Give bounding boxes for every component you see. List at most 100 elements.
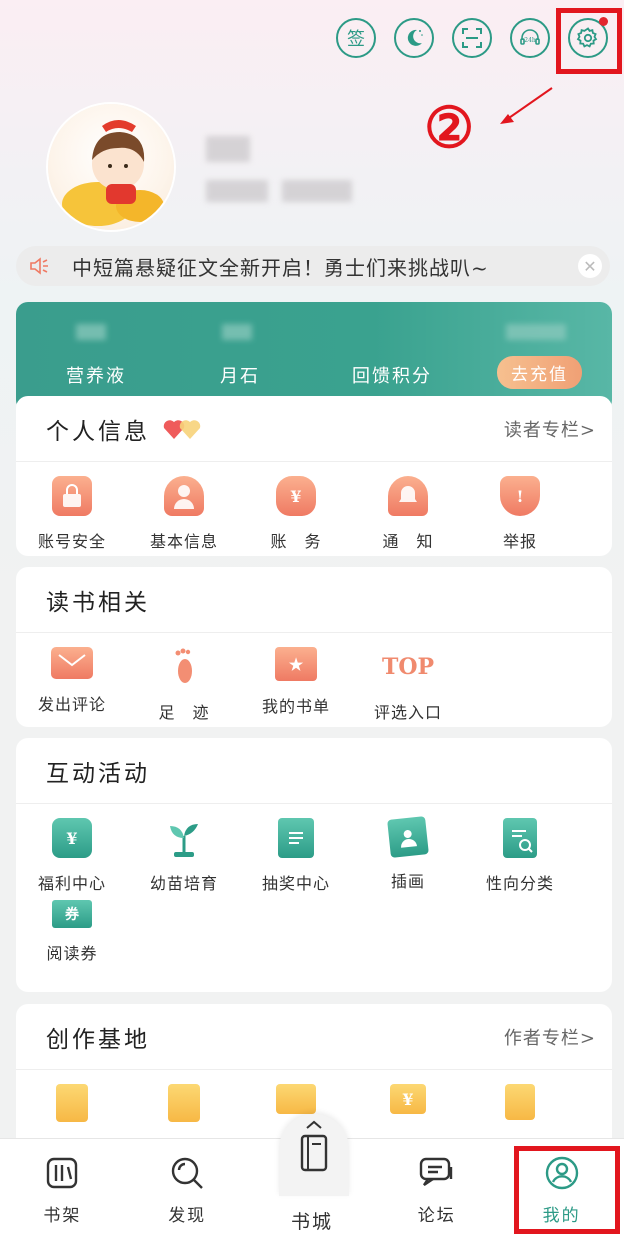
wallet-label-nutrient: 营养液 <box>66 366 126 387</box>
personal-info-card: 个人信息 读者专栏> 账号安全 基本信息 ¥ 账 务 通 知 ! 举报 <box>16 396 612 556</box>
top-action-bar: 签 24h <box>336 17 608 58</box>
booklist-icon: ★ <box>275 647 317 681</box>
welfare-center-label: 福利中心 <box>37 874 106 893</box>
selection-entry-label: 评选入口 <box>373 703 442 722</box>
welfare-icon: ¥ <box>52 818 92 858</box>
my-booklist-label: 我的书单 <box>261 697 330 716</box>
bookstore-bubble[interactable] <box>279 1114 349 1196</box>
profile-icon <box>542 1153 582 1193</box>
sprout-icon <box>164 818 204 858</box>
tab-discover-label: 发现 <box>168 1206 207 1226</box>
wallet-icon: ¥ <box>390 1084 426 1114</box>
basic-info-label: 基本信息 <box>149 532 218 551</box>
user-meta-redacted <box>282 180 352 202</box>
illustration-item[interactable]: 插画 <box>352 816 464 900</box>
chevron-up-icon <box>306 1120 322 1129</box>
person-icon <box>164 476 204 516</box>
footprint-label: 足 迹 <box>158 703 210 722</box>
author-column-link[interactable]: 作者专栏> <box>504 1024 596 1050</box>
tab-mine[interactable]: 我的 <box>499 1139 624 1238</box>
night-mode-button[interactable] <box>394 18 434 58</box>
speaker-icon <box>30 257 48 275</box>
tab-bookshelf-label: 书架 <box>43 1206 82 1226</box>
avatar[interactable] <box>48 104 174 230</box>
reader-column-link[interactable]: 读者专栏> <box>504 416 596 442</box>
account-security-label: 账号安全 <box>37 532 106 551</box>
shield-alert-icon: ! <box>500 476 540 516</box>
lottery-center-item[interactable]: 抽奖中心 <box>240 818 352 900</box>
billing-label: 账 务 <box>270 532 322 551</box>
bell-icon <box>388 476 428 516</box>
creation-title: 创作基地 <box>46 1026 150 1053</box>
money-bag-icon: ¥ <box>276 476 316 516</box>
lottery-icon <box>278 818 314 858</box>
report-label: 举报 <box>502 532 537 551</box>
top-icon: TOP <box>381 654 435 680</box>
welfare-center-item[interactable]: ¥ 福利中心 <box>16 818 128 900</box>
sprout-nurture-item[interactable]: 幼苗培育 <box>128 818 240 900</box>
footprint-item[interactable]: 足 迹 <box>128 647 240 729</box>
reading-title: 读书相关 <box>46 589 150 616</box>
customer-service-button[interactable]: 24h <box>510 18 550 58</box>
notification-label: 通 知 <box>382 532 434 551</box>
footprint-icon <box>164 647 204 687</box>
selection-entry-item[interactable]: TOP 评选入口 <box>352 647 464 729</box>
headset-24h-icon: 24h <box>520 29 540 45</box>
nutrient-value-redacted <box>76 324 106 340</box>
tab-bookshelf[interactable]: 书架 <box>0 1139 125 1238</box>
wallet-label-points: 回馈积分 <box>352 366 432 387</box>
points-value-redacted <box>506 324 566 340</box>
personal-info-title: 个人信息 <box>46 418 150 445</box>
report-item[interactable]: ! 举报 <box>464 476 576 558</box>
annotation-number-two: ② <box>424 95 475 161</box>
moon-icon <box>407 29 423 46</box>
search-icon <box>167 1153 207 1193</box>
username-redacted <box>206 136 250 162</box>
category-search-icon <box>503 818 537 858</box>
svg-text:24h: 24h <box>524 37 536 44</box>
annotation-arrow-two <box>500 87 553 124</box>
recharge-button[interactable]: 去充值 <box>497 356 582 389</box>
announcement-text: 中短篇悬疑征文全新开启！勇士们来挑战叭~ <box>72 255 489 280</box>
send-comment-item[interactable]: 发出评论 <box>16 647 128 729</box>
activity-title: 互动活动 <box>46 760 150 787</box>
document-list-icon <box>505 1084 535 1120</box>
send-comment-label: 发出评论 <box>37 695 106 714</box>
envelope-clock-icon <box>276 1084 316 1114</box>
document-clock-icon <box>56 1084 88 1122</box>
sign-in-button[interactable]: 签 <box>336 18 376 58</box>
basic-info-item[interactable]: 基本信息 <box>128 476 240 558</box>
scan-icon <box>462 28 482 48</box>
reading-card: 读书相关 发出评论 足 迹 ★ 我的书单 TOP 评选入口 <box>16 567 612 727</box>
account-security-item[interactable]: 账号安全 <box>16 476 128 558</box>
coupon-icon: 券 <box>52 900 92 928</box>
my-booklist-item[interactable]: ★ 我的书单 <box>240 647 352 729</box>
envelope-icon <box>51 647 93 679</box>
notification-item[interactable]: 通 知 <box>352 476 464 558</box>
gear-icon <box>576 27 598 48</box>
reading-coupon-label: 阅读券 <box>46 944 98 963</box>
billing-item[interactable]: ¥ 账 务 <box>240 476 352 558</box>
tab-forum[interactable]: 论坛 <box>374 1139 499 1238</box>
illustration-label: 插画 <box>390 872 425 891</box>
book-icon <box>300 1134 328 1172</box>
user-id-redacted <box>206 180 268 202</box>
orientation-category-item[interactable]: 性向分类 <box>464 818 576 900</box>
tab-mine-label: 我的 <box>542 1206 581 1226</box>
activity-card: 互动活动 ¥ 福利中心 幼苗培育 抽奖中心 插画 性向分类 券 阅读券 <box>16 738 612 992</box>
moonstone-value-redacted <box>222 324 252 340</box>
settings-button[interactable] <box>568 17 608 58</box>
tab-discover[interactable]: 发现 <box>125 1139 250 1238</box>
wallet-label-moonstone: 月石 <box>220 366 260 387</box>
reading-coupon-item[interactable]: 券 阅读券 <box>16 900 128 982</box>
document-edit-icon <box>168 1084 200 1122</box>
lock-icon <box>52 476 92 516</box>
lottery-center-label: 抽奖中心 <box>261 874 330 893</box>
orientation-category-label: 性向分类 <box>485 874 554 893</box>
tab-forum-label: 论坛 <box>417 1206 456 1226</box>
announcement-bar[interactable]: 中短篇悬疑征文全新开启！勇士们来挑战叭~ ✕ <box>16 246 610 286</box>
hearts-icon <box>163 419 201 439</box>
close-icon[interactable]: ✕ <box>578 254 602 278</box>
notification-dot <box>599 17 608 26</box>
scan-button[interactable] <box>452 18 492 58</box>
